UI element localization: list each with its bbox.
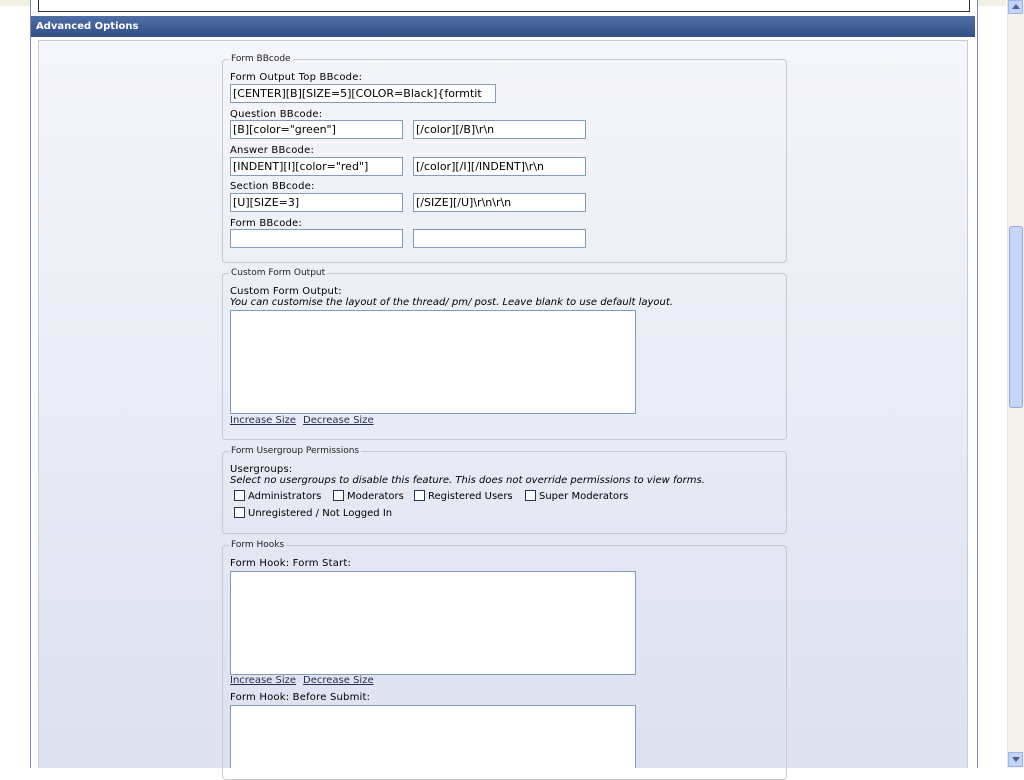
usergroups-description: Select no usergroups to disable this fea…: [230, 475, 705, 486]
usergroup-permissions-group: Form Usergroup Permissions: [222, 446, 787, 534]
form-hook-decrease-size-link[interactable]: Decrease Size: [303, 675, 374, 686]
scrollbar-thumb[interactable]: [1009, 226, 1023, 408]
form-bbcode-label: Form BBcode:: [230, 218, 302, 229]
scroll-up-button[interactable]: [1008, 0, 1023, 14]
section-bbcode-open-input[interactable]: [230, 193, 403, 212]
administrators-checkbox[interactable]: [234, 490, 245, 501]
form-bbcode-legend: Form BBcode: [231, 54, 291, 64]
unregistered-checkbox[interactable]: [234, 507, 245, 518]
custom-output-decrease-size-link[interactable]: Decrease Size: [303, 415, 374, 426]
registered-users-label: Registered Users: [428, 491, 513, 502]
answer-bbcode-open-input[interactable]: [230, 157, 403, 176]
section-bbcode-label: Section BBcode:: [230, 181, 315, 192]
custom-form-output-description: You can customise the layout of the thre…: [230, 297, 673, 308]
usergroup-permissions-legend: Form Usergroup Permissions: [231, 446, 360, 456]
form-output-top-bbcode-label: Form Output Top BBcode:: [230, 72, 363, 83]
answer-bbcode-close-input[interactable]: [413, 157, 586, 176]
triangle-down-icon: [1012, 757, 1020, 762]
form-hook-before-submit-label: Form Hook: Before Submit:: [230, 692, 371, 703]
form-bbcode-close-input[interactable]: [413, 229, 586, 248]
question-bbcode-label: Question BBcode:: [230, 109, 323, 120]
answer-bbcode-label: Answer BBcode:: [230, 145, 315, 156]
scroll-down-button[interactable]: [1008, 752, 1023, 767]
super-moderators-checkbox[interactable]: [525, 490, 536, 501]
section-bbcode-close-input[interactable]: [413, 193, 586, 212]
custom-form-output-legend: Custom Form Output: [231, 268, 326, 278]
form-hook-increase-size-link[interactable]: Increase Size: [230, 675, 296, 686]
form-hooks-legend: Form Hooks: [231, 540, 285, 550]
question-bbcode-close-input[interactable]: [413, 120, 586, 139]
moderators-checkbox[interactable]: [333, 490, 344, 501]
previous-section-bottom: [38, 0, 970, 12]
form-hook-start-label: Form Hook: Form Start:: [230, 558, 352, 569]
usergroups-label: Usergroups:: [230, 464, 293, 475]
custom-output-increase-size-link[interactable]: Increase Size: [230, 415, 296, 426]
custom-form-output-textarea[interactable]: [230, 310, 636, 414]
super-moderators-label: Super Moderators: [539, 491, 629, 502]
form-bbcode-open-input[interactable]: [230, 229, 403, 248]
form-output-top-bbcode-input[interactable]: [230, 84, 496, 103]
advanced-options-header: Advanced Options: [31, 16, 975, 37]
custom-form-output-label: Custom Form Output:: [230, 286, 342, 297]
question-bbcode-open-input[interactable]: [230, 120, 403, 139]
unregistered-label: Unregistered / Not Logged In: [248, 508, 393, 519]
registered-users-checkbox[interactable]: [414, 490, 425, 501]
form-hook-before-submit-textarea[interactable]: [230, 705, 636, 768]
moderators-label: Moderators: [347, 491, 404, 502]
triangle-up-icon: [1012, 4, 1020, 9]
form-hook-start-textarea[interactable]: [230, 571, 636, 675]
administrators-label: Administrators: [248, 491, 322, 502]
